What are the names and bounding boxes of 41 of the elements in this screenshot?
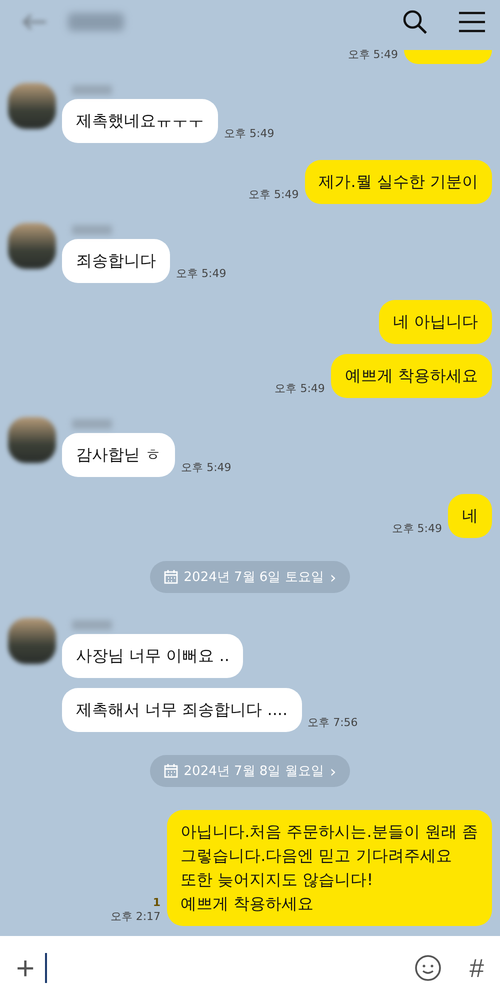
message-time: 오후 5:49 (181, 461, 232, 475)
date-label: 2024년 7월 8일 월요일 (184, 763, 324, 780)
received-message-bubble[interactable]: 죄송합니다 (62, 239, 170, 283)
avatar-placeholder[interactable] (8, 223, 56, 269)
sent-message-bubble[interactable]: 네 아닙니다 (378, 300, 492, 344)
avatar-placeholder[interactable] (8, 83, 56, 129)
message-time: 오후 2:17 (110, 910, 161, 924)
message-time: 오후 5:49 (274, 382, 325, 396)
avatar-placeholder[interactable] (8, 618, 56, 664)
received-message-bubble[interactable]: 제촉했네요ㅠㅜㅜ (62, 99, 218, 143)
menu-icon[interactable] (458, 11, 486, 33)
received-message-bubble[interactable]: 사장님 너무 이뻐요 .. (62, 634, 244, 678)
sent-message-bubble[interactable]: 네 (448, 494, 492, 538)
calendar-icon (164, 764, 178, 778)
unread-count: 1 (152, 896, 161, 910)
message-time: 오후 5:49 (176, 267, 226, 281)
blurred-sender-name (72, 620, 112, 630)
blurred-sender-name (72, 85, 112, 95)
avatar-placeholder[interactable] (8, 417, 56, 463)
message-time: 오후 7:56 (308, 716, 358, 730)
smiley-icon[interactable] (414, 954, 442, 982)
message-time: 오후 5:49 (224, 127, 274, 141)
message-time: 오후 5:49 (392, 522, 442, 536)
blurred-sender-name (72, 419, 112, 429)
blurred-chat-title (68, 13, 124, 31)
message-time: 오후 5:49 (348, 48, 398, 62)
message-composer-bar[interactable]: + # (0, 936, 500, 1000)
calendar-icon (164, 570, 178, 584)
hashtag-button[interactable]: # (452, 952, 484, 984)
sent-message-bubble[interactable]: 제가.뭘 실수한 기분이 (304, 160, 492, 204)
sent-message-bubble[interactable]: 예쁘게 착용하세요 (330, 354, 492, 398)
chevron-icon: › (330, 568, 336, 586)
received-message-bubble[interactable]: 제촉해서 너무 죄송합니다 .... (62, 688, 302, 732)
message-time: 오후 5:49 (248, 188, 299, 202)
date-label: 2024년 7월 6일 토요일 (184, 569, 324, 586)
blurred-sender-name (72, 225, 112, 235)
search-icon[interactable] (402, 9, 428, 35)
plus-button[interactable]: + (16, 952, 35, 984)
sent-message-bubble[interactable]: 아닙니다.처음 주문하시는.분들이 원래 좀 그렇습니다.다음엔 믿고 기다려주세요 또한 늦어지지도 않습니다! 예쁘게 착용하세요 (166, 810, 492, 926)
chevron-icon: › (330, 762, 336, 780)
received-message-bubble[interactable]: 감사합닏 ㅎ (62, 433, 176, 477)
